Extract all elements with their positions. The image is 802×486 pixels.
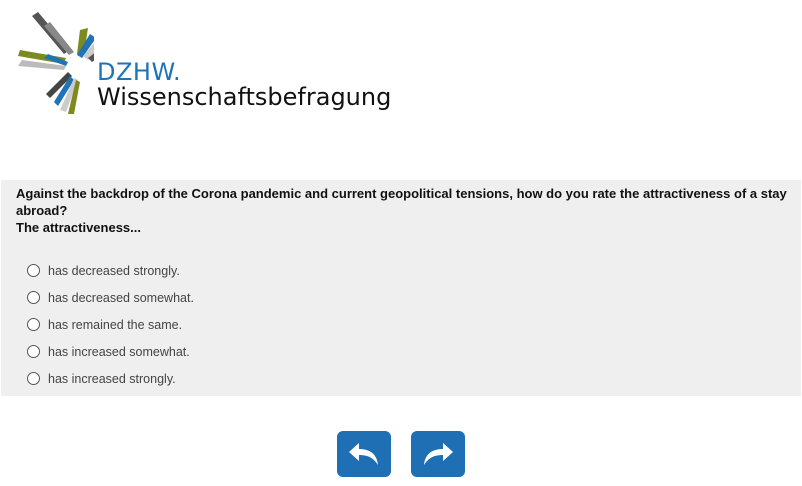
option-label[interactable]: has increased somewhat. [48,345,190,359]
question-subtext: The attractiveness... [16,220,141,235]
radio-button[interactable] [27,291,40,304]
option-label[interactable]: has remained the same. [48,318,182,332]
option-decreased-somewhat[interactable]: has decreased somewhat. [27,284,194,311]
starburst-logo-icon [18,12,94,114]
radio-button[interactable] [27,264,40,277]
answer-options: has decreased strongly. has decreased so… [27,257,194,392]
option-label[interactable]: has decreased somewhat. [48,291,194,305]
radio-button[interactable] [27,372,40,385]
forward-arrow-icon [424,443,453,465]
option-label[interactable]: has increased strongly. [48,372,176,386]
dzhw-logo: DZHW. Wissenschaftsbefragung [14,8,394,118]
option-increased-strongly[interactable]: has increased strongly. [27,365,194,392]
question-text: Against the backdrop of the Corona pande… [16,186,787,218]
option-remained-same[interactable]: has remained the same. [27,311,194,338]
question-panel: Against the backdrop of the Corona pande… [1,180,801,396]
back-arrow-icon [349,443,378,465]
brand-subtitle: Wissenschaftsbefragung [97,83,392,111]
option-decreased-strongly[interactable]: has decreased strongly. [27,257,194,284]
radio-button[interactable] [27,318,40,331]
brand-name: DZHW. [97,58,182,86]
radio-button[interactable] [27,345,40,358]
back-button[interactable] [337,431,391,477]
option-increased-somewhat[interactable]: has increased somewhat. [27,338,194,365]
next-button[interactable] [411,431,465,477]
option-label[interactable]: has decreased strongly. [48,264,180,278]
